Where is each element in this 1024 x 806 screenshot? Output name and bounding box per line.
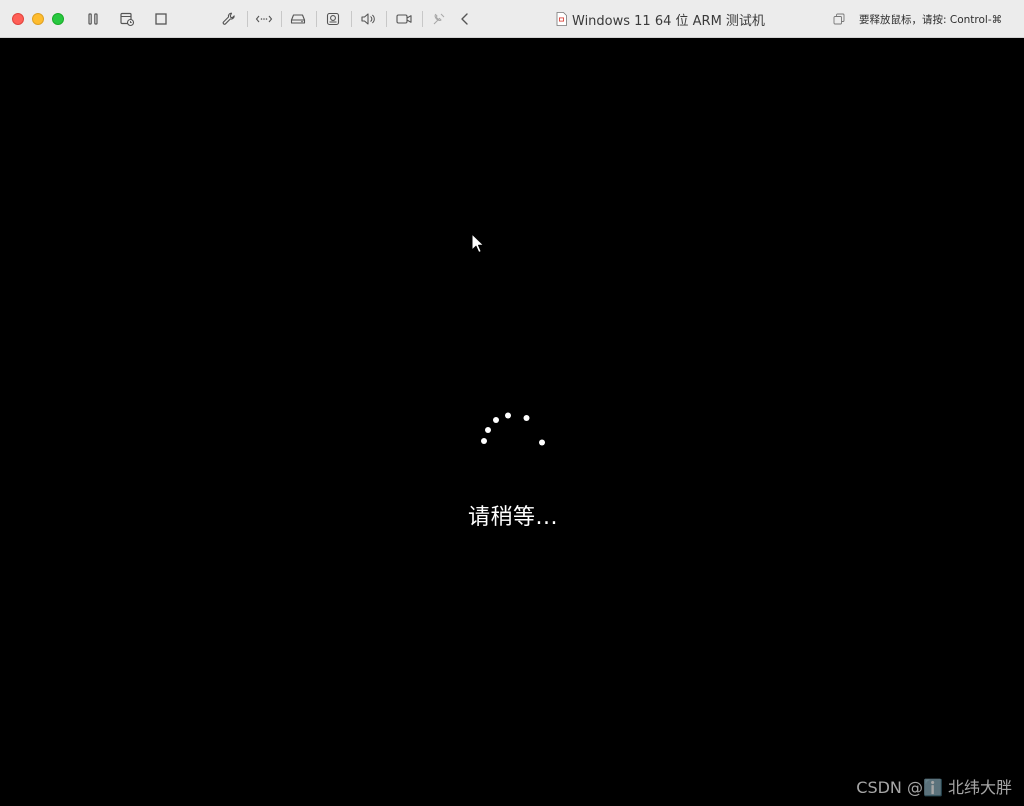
windows-overlap-icon — [833, 13, 845, 25]
stop-icon — [155, 13, 167, 25]
audio-button[interactable] — [358, 9, 378, 29]
settings-wrench-icon — [222, 12, 235, 25]
toolbar-separator — [386, 11, 387, 27]
close-window-button[interactable] — [12, 13, 24, 25]
loading-spinner-icon — [481, 412, 545, 446]
release-mouse-hint: 要释放鼠标，请按: Control-⌘ — [833, 11, 1002, 27]
toolbar-separator — [351, 11, 352, 27]
mouse-pointer-icon — [471, 233, 485, 253]
disk-icon — [290, 14, 306, 24]
watermark-text: CSDN @ℹ️ 北纬大胖 — [856, 778, 1012, 797]
audio-icon — [361, 13, 375, 25]
camera-device-icon — [326, 12, 340, 26]
network-icon — [255, 15, 273, 23]
collapse-toolbar-button[interactable] — [455, 9, 475, 29]
video-camera-button[interactable] — [394, 9, 414, 29]
toolbar-separator — [281, 11, 282, 27]
toolbar-separator — [422, 11, 423, 27]
minimize-window-button[interactable] — [32, 13, 44, 25]
vm-screen[interactable]: 请稍等... CSDN @ℹ️ 北纬大胖 — [0, 38, 1024, 806]
snapshot-button[interactable] — [117, 9, 137, 29]
network-button[interactable] — [254, 9, 274, 29]
vm-window: Windows 11 64 位 ARM 测试机 要释放鼠标，请按: Contro… — [0, 0, 1024, 806]
toolbar-separator — [247, 11, 248, 27]
toolbar-separator — [316, 11, 317, 27]
disk-button[interactable] — [288, 9, 308, 29]
zoom-window-button[interactable] — [52, 13, 64, 25]
chevron-left-icon — [461, 13, 468, 25]
snapshot-icon — [120, 12, 135, 27]
usb-button[interactable] — [429, 9, 449, 29]
pause-button[interactable] — [83, 9, 103, 29]
settings-button[interactable] — [219, 9, 239, 29]
video-camera-icon — [396, 14, 412, 24]
release-mouse-text: 要释放鼠标，请按: Control-⌘ — [859, 13, 1003, 26]
window-title: Windows 11 64 位 ARM 测试机 — [556, 10, 765, 29]
vm-document-icon — [556, 12, 567, 26]
please-wait-text: 请稍等... — [468, 505, 558, 530]
title-bar: Windows 11 64 位 ARM 测试机 要释放鼠标，请按: Contro… — [0, 0, 1024, 38]
stop-button[interactable] — [151, 9, 171, 29]
window-title-text: Windows 11 64 位 ARM 测试机 — [572, 13, 765, 29]
usb-icon — [433, 13, 445, 25]
pause-icon — [88, 13, 98, 25]
camera-device-button[interactable] — [323, 9, 343, 29]
